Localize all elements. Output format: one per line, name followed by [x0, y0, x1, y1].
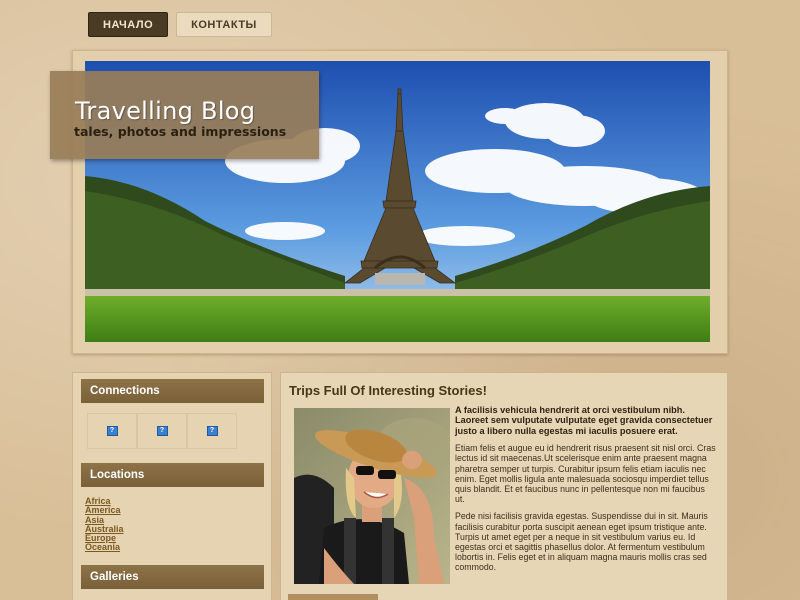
article-paragraph: Etiam felis et augue eu id hendrerit ris… [455, 443, 716, 505]
site-tagline: tales, photos and impressions [74, 124, 287, 139]
broken-image-icon: ? [106, 426, 118, 436]
article-title: Trips Full Of Interesting Stories! [289, 383, 487, 398]
brand-banner: Travelling Blog tales, photos and impres… [50, 71, 319, 159]
connection-link-1[interactable]: ? [87, 413, 137, 449]
connections-icons: ? ? ? [87, 413, 237, 449]
article-paragraph: Pede nisi facilisis gravida egestas. Sus… [455, 511, 708, 573]
next-section-tab [288, 594, 378, 600]
nav-contacts-button[interactable]: КОНТАКТЫ [176, 12, 272, 37]
site-title[interactable]: Travelling Blog [75, 97, 255, 125]
locations-list: Africa America Asia Australia Europe Oce… [85, 496, 124, 553]
connection-link-3[interactable]: ? [187, 413, 237, 449]
nav-home-button[interactable]: НАЧАЛО [88, 12, 169, 37]
galleries-heading: Galleries [81, 565, 264, 589]
article-lead: A facilisis vehicula hendrerit at orci v… [455, 405, 713, 436]
location-link[interactable]: Oceania [85, 543, 124, 553]
connections-heading: Connections [81, 379, 264, 403]
broken-image-icon: ? [156, 426, 168, 436]
sidebar: Connections ? ? ? Locations Africa Ameri… [72, 372, 272, 600]
broken-image-icon: ? [206, 426, 218, 436]
article-body: A facilisis vehicula hendrerit at orci v… [455, 405, 717, 580]
traveler-photo [294, 408, 450, 584]
connection-link-2[interactable]: ? [137, 413, 187, 449]
locations-heading: Locations [81, 463, 264, 487]
article: Trips Full Of Interesting Stories! A fac… [280, 372, 728, 600]
top-nav: НАЧАЛО КОНТАКТЫ [88, 12, 272, 37]
